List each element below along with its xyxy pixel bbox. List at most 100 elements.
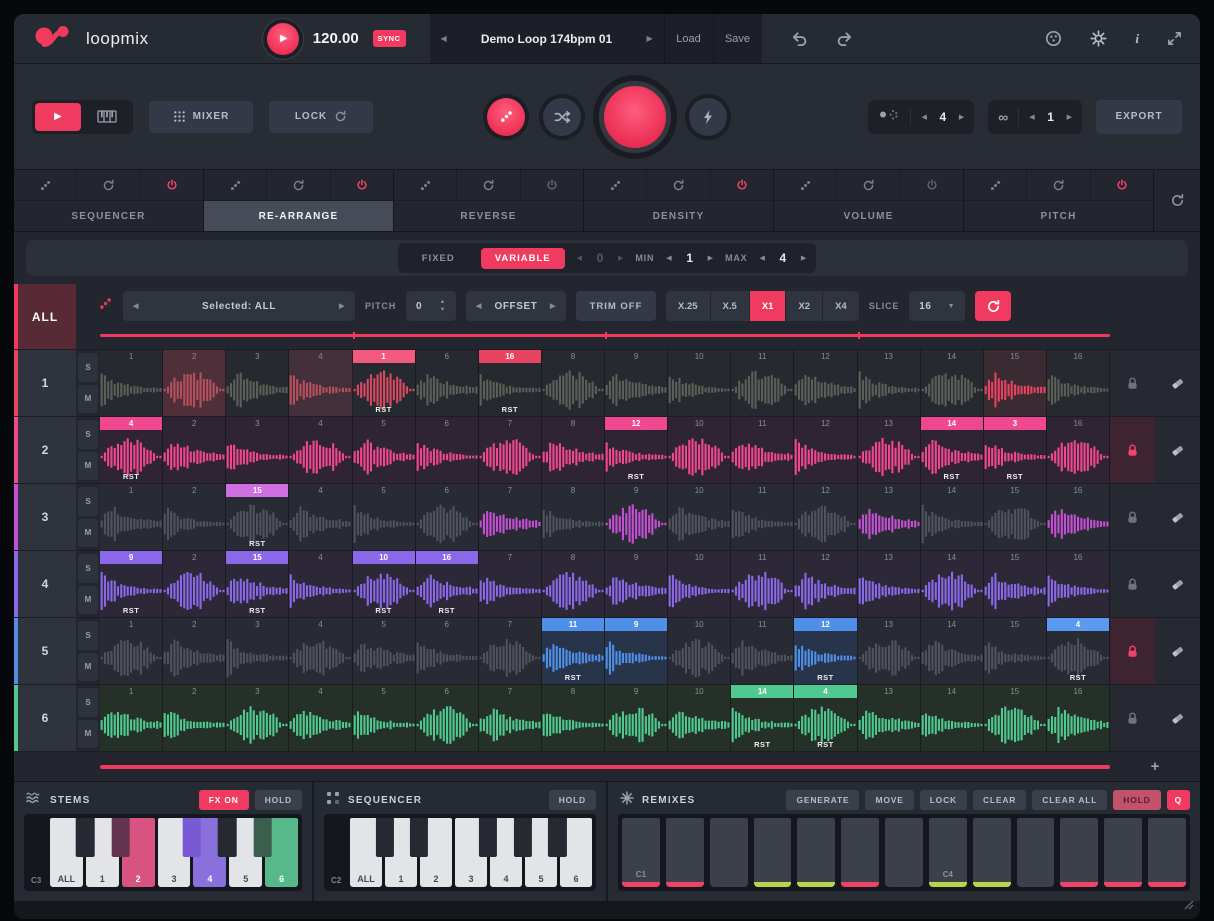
slice-cell[interactable]: 8 <box>542 484 605 550</box>
refresh-all-button[interactable] <box>1154 170 1200 231</box>
slice-cell[interactable]: 12RST <box>794 618 857 684</box>
tab-sequencer[interactable]: SEQUENCER <box>14 201 203 231</box>
slice-cell[interactable]: 16RST <box>479 350 542 416</box>
loop-range-scrollbar[interactable] <box>100 765 1110 769</box>
remix-key[interactable]: C1 <box>622 818 660 887</box>
slice-cell[interactable]: 8 <box>542 551 605 617</box>
lock-button[interactable] <box>1110 551 1155 617</box>
piano-key-black[interactable] <box>479 818 497 857</box>
slice-cell[interactable]: 9RST <box>100 551 163 617</box>
power-icon[interactable] <box>901 170 963 201</box>
slice-cell[interactable]: 10 <box>668 417 731 483</box>
repeat-increment-button[interactable]: ▶ <box>1067 113 1072 121</box>
slice-cell[interactable]: 9 <box>605 618 668 684</box>
trigger-button[interactable] <box>689 98 727 136</box>
slice-cell[interactable]: 16 <box>1047 350 1110 416</box>
piano-key-black[interactable] <box>182 818 201 857</box>
add-button[interactable]: + <box>1110 758 1200 775</box>
slice-cell[interactable]: 9 <box>605 484 668 550</box>
slice-cell[interactable]: 9 <box>605 551 668 617</box>
max-increment-button[interactable]: ▶ <box>801 254 806 262</box>
slice-cell[interactable]: 5 <box>353 484 416 550</box>
slice-cell[interactable]: 1 <box>100 685 163 751</box>
slice-cell[interactable]: 13 <box>858 685 921 751</box>
preset-next-button[interactable]: ▶ <box>636 14 664 63</box>
gear-icon[interactable] <box>1090 30 1107 47</box>
slice-cell[interactable]: 4 <box>289 618 352 684</box>
slice-cell[interactable]: 4 <box>289 350 352 416</box>
erase-button[interactable] <box>1155 551 1200 617</box>
tab-volume[interactable]: VOLUME <box>774 201 963 231</box>
power-icon[interactable] <box>711 170 773 201</box>
rotate-button[interactable] <box>975 291 1011 321</box>
save-button[interactable]: Save <box>714 14 762 63</box>
slice-cell[interactable]: 12 <box>794 350 857 416</box>
piano-key-black[interactable] <box>410 818 428 857</box>
randomize-button[interactable] <box>487 98 525 136</box>
slice-cell[interactable]: 15RST <box>226 551 289 617</box>
mute-button[interactable]: M <box>78 519 98 548</box>
piano-key-black[interactable] <box>76 818 95 857</box>
lock-button[interactable] <box>1110 417 1155 483</box>
slice-cell[interactable]: 1 <box>100 618 163 684</box>
slice-cell[interactable]: 4 <box>289 685 352 751</box>
loop-icon[interactable] <box>647 170 710 201</box>
dice-icon[interactable] <box>964 170 1027 201</box>
slice-cell[interactable]: 15 <box>984 551 1047 617</box>
remix-clear-button[interactable]: CLEAR <box>973 790 1026 810</box>
slice-cell[interactable]: 8 <box>542 350 605 416</box>
slice-cell[interactable]: 16RST <box>416 551 479 617</box>
tab-density[interactable]: DENSITY <box>584 201 773 231</box>
sync-button[interactable]: SYNC <box>373 30 406 47</box>
slice-cell[interactable]: 11 <box>731 350 794 416</box>
mixer-button[interactable]: MIXER <box>149 101 253 133</box>
sequencer-hold-button[interactable]: HOLD <box>549 790 596 810</box>
solo-button[interactable]: S <box>78 487 98 516</box>
slice-cell[interactable]: 16 <box>1047 551 1110 617</box>
piano-view-button[interactable] <box>84 103 130 131</box>
loops-decrement-button[interactable]: ◀ <box>921 113 926 121</box>
slice-cell[interactable]: 4 <box>289 417 352 483</box>
slice-cell[interactable]: 15RST <box>226 484 289 550</box>
slice-cell[interactable]: 15 <box>984 350 1047 416</box>
remix-key[interactable] <box>797 818 835 887</box>
dice-icon[interactable] <box>584 170 647 201</box>
tab-pitch[interactable]: PITCH <box>964 201 1153 231</box>
slice-cell[interactable]: 3 <box>226 417 289 483</box>
solo-button[interactable]: S <box>78 688 98 717</box>
redo-button[interactable] <box>835 31 854 46</box>
slice-cell[interactable]: 7 <box>479 417 542 483</box>
slice-cell[interactable]: 10 <box>668 685 731 751</box>
main-remix-button[interactable] <box>599 81 671 153</box>
loop-icon[interactable] <box>77 170 140 201</box>
slice-cell[interactable]: 14RST <box>731 685 794 751</box>
lock-button[interactable] <box>1110 350 1155 416</box>
solo-button[interactable]: S <box>78 420 98 449</box>
slice-cell[interactable]: 16 <box>1047 685 1110 751</box>
slice-cell[interactable]: 2 <box>163 618 226 684</box>
remix-quantize-button[interactable]: Q <box>1167 790 1190 810</box>
loop-icon[interactable] <box>267 170 330 201</box>
slice-cell[interactable]: 7 <box>479 618 542 684</box>
slice-cell[interactable]: 3RST <box>984 417 1047 483</box>
power-icon[interactable] <box>141 170 203 201</box>
mute-button[interactable]: M <box>78 653 98 682</box>
solo-button[interactable]: S <box>78 621 98 650</box>
tab-re-arrange[interactable]: RE-ARRANGE <box>204 201 393 231</box>
variable-mode-button[interactable]: VARIABLE <box>481 248 565 269</box>
slice-cell[interactable]: 11 <box>731 484 794 550</box>
lock-button[interactable] <box>1110 618 1155 684</box>
slice-cell[interactable]: 14 <box>921 618 984 684</box>
shuffle-button[interactable] <box>543 98 581 136</box>
power-icon[interactable] <box>1091 170 1153 201</box>
steps-increment-button[interactable]: ▶ <box>618 254 623 262</box>
play-button[interactable]: ▶ <box>267 23 299 55</box>
solo-button[interactable]: S <box>78 353 98 382</box>
max-decrement-button[interactable]: ◀ <box>759 254 764 262</box>
slice-cell[interactable]: 11 <box>731 618 794 684</box>
slice-cell[interactable]: 4RST <box>1047 618 1110 684</box>
slice-cell[interactable]: 1 <box>100 350 163 416</box>
slice-cell[interactable]: 4RST <box>794 685 857 751</box>
slice-cell[interactable]: 6 <box>416 350 479 416</box>
slice-cell[interactable]: 13 <box>858 551 921 617</box>
